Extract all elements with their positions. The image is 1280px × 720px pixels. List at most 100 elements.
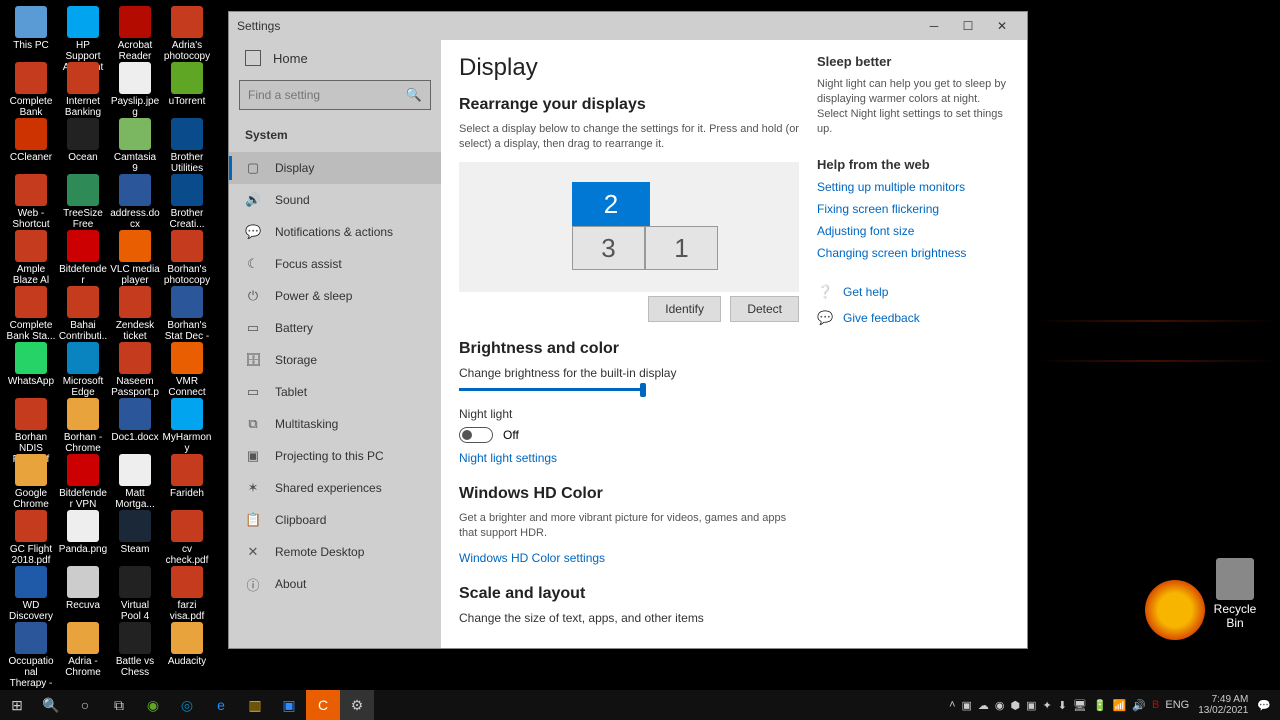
- desktop-icon[interactable]: Adria - Chrome: [58, 622, 108, 678]
- sidebar-item-shared-experiences[interactable]: ✶Shared experiences: [229, 472, 441, 504]
- desktop-icon[interactable]: Panda.png: [58, 510, 108, 555]
- desktop-icon[interactable]: Farideh: [162, 454, 212, 499]
- desktop-icon[interactable]: Battle vs Chess: [110, 622, 160, 678]
- tray-chevron-icon[interactable]: ˄: [949, 699, 955, 711]
- tray-icon[interactable]: ☁: [978, 699, 989, 712]
- taskbar-settings[interactable]: ⚙: [340, 690, 374, 720]
- desktop-icon[interactable]: This PC: [6, 6, 56, 51]
- desktop-icon[interactable]: Virtual Pool 4: [110, 566, 160, 622]
- search-button[interactable]: 🔍: [34, 690, 68, 720]
- identify-button[interactable]: Identify: [648, 296, 721, 322]
- detect-button[interactable]: Detect: [730, 296, 799, 322]
- cortana-button[interactable]: ○: [68, 690, 102, 720]
- taskbar-ie[interactable]: e: [204, 690, 238, 720]
- tray-lang[interactable]: ENG: [1165, 699, 1189, 711]
- monitor-1[interactable]: 1: [645, 226, 718, 270]
- tray-icon[interactable]: ▣: [1026, 699, 1036, 712]
- sidebar-item-about[interactable]: ⓘAbout: [229, 568, 441, 600]
- desktop-icon[interactable]: CCleaner: [6, 118, 56, 163]
- desktop-icon[interactable]: Ocean: [58, 118, 108, 163]
- sidebar-item-sound[interactable]: 🔊Sound: [229, 184, 441, 216]
- taskbar-clock[interactable]: 7:49 AM 13/02/2021: [1198, 694, 1248, 716]
- taskbar-app[interactable]: ◉: [136, 690, 170, 720]
- desktop-icon[interactable]: Doc1.docx: [110, 398, 160, 443]
- sidebar-item-battery[interactable]: ▭Battery: [229, 312, 441, 344]
- tray-icon[interactable]: ⬇: [1058, 699, 1067, 712]
- tray-icon[interactable]: B: [1152, 699, 1159, 711]
- desktop-icon[interactable]: address.docx: [110, 174, 160, 230]
- desktop-icon[interactable]: Payslip.jpeg: [110, 62, 160, 118]
- start-button[interactable]: ⊞: [0, 690, 34, 720]
- desktop-icon[interactable]: farzi visa.pdf: [162, 566, 212, 622]
- desktop-icon[interactable]: Brother Creati...: [162, 174, 212, 230]
- sidebar-item-storage[interactable]: 🗄Storage: [229, 344, 441, 376]
- desktop-icon[interactable]: TreeSize Free: [58, 174, 108, 230]
- search-input[interactable]: [248, 88, 406, 102]
- desktop-icon[interactable]: Bitdefender: [58, 230, 108, 286]
- taskbar-edge[interactable]: ◎: [170, 690, 204, 720]
- desktop-icon[interactable]: VMR Connect: [162, 342, 212, 398]
- nightlight-settings-link[interactable]: Night light settings: [459, 451, 557, 465]
- sidebar-item-tablet[interactable]: ▭Tablet: [229, 376, 441, 408]
- maximize-button[interactable]: ☐: [951, 12, 985, 40]
- desktop-icon[interactable]: Matt Mortga...: [110, 454, 160, 510]
- sidebar-item-power-sleep[interactable]: ⏻Power & sleep: [229, 280, 441, 312]
- desktop-icon[interactable]: cv check.pdf: [162, 510, 212, 566]
- desktop-icon[interactable]: Brother Utilities: [162, 118, 212, 174]
- display-arrangement-box[interactable]: 231: [459, 162, 799, 292]
- recycle-bin[interactable]: Recycle Bin: [1210, 558, 1260, 630]
- help-link[interactable]: Fixing screen flickering: [817, 202, 1013, 216]
- tray-wifi-icon[interactable]: 📶: [1113, 699, 1127, 712]
- desktop-icon[interactable]: Microsoft Edge: [58, 342, 108, 398]
- tray-icon[interactable]: 🖥: [1073, 699, 1087, 712]
- notifications-icon[interactable]: 💬: [1257, 699, 1271, 712]
- close-button[interactable]: ✕: [985, 12, 1019, 40]
- desktop-icon[interactable]: GC Flight 2018.pdf: [6, 510, 56, 566]
- monitor-2[interactable]: 2: [572, 182, 650, 226]
- sidebar-item-notifications-actions[interactable]: 💬Notifications & actions: [229, 216, 441, 248]
- sidebar-item-focus-assist[interactable]: ☾Focus assist: [229, 248, 441, 280]
- desktop-icon[interactable]: Camtasia 9: [110, 118, 160, 174]
- sidebar-item-projecting-to-this-pc[interactable]: ▣Projecting to this PC: [229, 440, 441, 472]
- desktop-icon[interactable]: Web - Shortcut: [6, 174, 56, 230]
- search-box[interactable]: 🔍: [239, 80, 431, 110]
- taskbar-zoom[interactable]: ▣: [272, 690, 306, 720]
- system-tray[interactable]: ˄ ▣ ☁ ◉ ⬢ ▣ ✦ ⬇ 🖥 🔋 📶 🔊 B ENG 7:49 AM 13…: [946, 694, 1280, 716]
- desktop-icon[interactable]: Occupational Therapy - T...: [6, 622, 56, 700]
- help-link[interactable]: Changing screen brightness: [817, 246, 1013, 260]
- tray-nvidia-icon[interactable]: ◉: [995, 699, 1005, 712]
- give-feedback-link[interactable]: 💬 Give feedback: [817, 310, 1013, 326]
- hdr-settings-link[interactable]: Windows HD Color settings: [459, 551, 605, 565]
- sidebar-item-clipboard[interactable]: 📋Clipboard: [229, 504, 441, 536]
- sidebar-item-multitasking[interactable]: ⧉Multitasking: [229, 408, 441, 440]
- taskview-button[interactable]: ⧉: [102, 690, 136, 720]
- tray-battery-icon[interactable]: 🔋: [1093, 699, 1107, 712]
- help-link[interactable]: Setting up multiple monitors: [817, 180, 1013, 194]
- desktop-icon[interactable]: Steam: [110, 510, 160, 555]
- media-spinner-icon[interactable]: [1145, 580, 1205, 640]
- desktop-icon[interactable]: Bitdefender VPN: [58, 454, 108, 510]
- taskbar-explorer[interactable]: ▥: [238, 690, 272, 720]
- get-help-link[interactable]: ❔ Get help: [817, 284, 1013, 300]
- tray-volume-icon[interactable]: 🔊: [1132, 699, 1146, 712]
- desktop-icon[interactable]: Borhan - Chrome: [58, 398, 108, 454]
- slider-thumb[interactable]: [640, 383, 646, 397]
- sidebar-item-display[interactable]: ▢Display: [229, 152, 441, 184]
- nightlight-toggle[interactable]: [459, 427, 493, 443]
- help-link[interactable]: Adjusting font size: [817, 224, 1013, 238]
- home-button[interactable]: Home: [229, 40, 441, 76]
- sidebar-item-remote-desktop[interactable]: ✕Remote Desktop: [229, 536, 441, 568]
- desktop-icon[interactable]: uTorrent: [162, 62, 212, 107]
- minimize-button[interactable]: ─: [917, 12, 951, 40]
- desktop-icon[interactable]: Complete Bank Sta...: [6, 286, 56, 342]
- tray-icon[interactable]: ✦: [1043, 699, 1052, 712]
- desktop-icon[interactable]: Audacity: [162, 622, 212, 667]
- desktop-icon[interactable]: MyHarmony: [162, 398, 212, 454]
- titlebar[interactable]: Settings ─ ☐ ✕: [229, 12, 1027, 40]
- desktop-icon[interactable]: WD Discovery: [6, 566, 56, 622]
- taskbar-camtasia[interactable]: C: [306, 690, 340, 720]
- tray-icon[interactable]: ⬢: [1011, 699, 1021, 712]
- desktop-icon[interactable]: VLC media player: [110, 230, 160, 286]
- desktop-icon[interactable]: Recuva: [58, 566, 108, 611]
- monitor-3[interactable]: 3: [572, 226, 645, 270]
